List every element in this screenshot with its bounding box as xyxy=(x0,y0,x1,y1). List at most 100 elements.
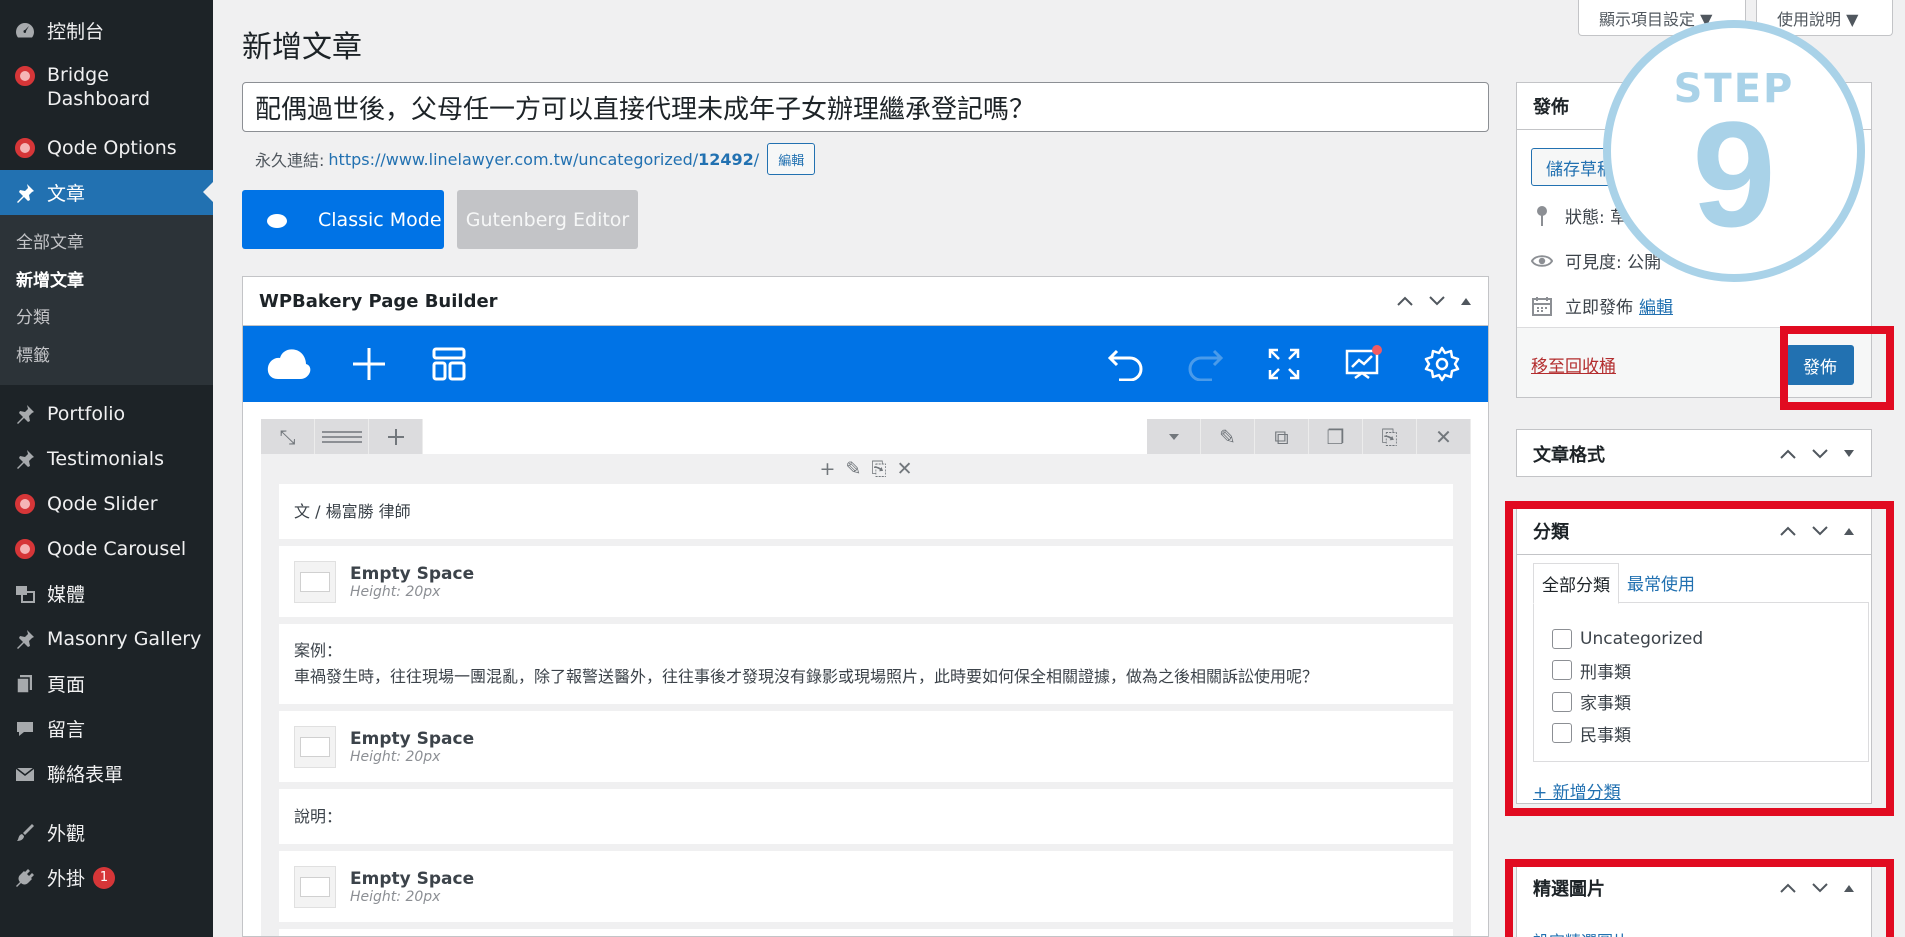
sidebar-item-label: 留言 xyxy=(47,719,86,741)
classic-mode-label: Classic Mode xyxy=(318,208,442,231)
qode-icon xyxy=(12,536,38,562)
submenu-all-posts[interactable]: 全部文章 xyxy=(0,225,213,263)
permalink-url[interactable]: https://www.linelawyer.com.tw/uncategori… xyxy=(328,150,759,169)
row-controls: ⤡ ✎ ⧉ ❐ ⎘ ✕ xyxy=(261,419,1471,454)
sidebar-item-contact[interactable]: 聯絡表單 xyxy=(0,751,213,796)
case-label: 案例： xyxy=(294,641,343,660)
sidebar-item-label: Masonry Gallery xyxy=(47,627,202,650)
empty-space-icon xyxy=(294,725,336,768)
plugin-update-badge: 1 xyxy=(93,866,116,889)
sidebar-item-appearance[interactable]: 外觀 xyxy=(0,810,213,855)
sidebar-item-qode-carousel[interactable]: Qode Carousel xyxy=(0,526,213,571)
row-move-icon[interactable]: ⤡ xyxy=(261,419,315,454)
element-param: Height: 20px xyxy=(350,748,441,765)
highlight-categories xyxy=(1505,501,1894,816)
submenu-tags[interactable]: 標籤 xyxy=(0,338,213,376)
visibility-row: 可見度: 公開 xyxy=(1531,248,1661,273)
sidebar-item-comments[interactable]: 留言 xyxy=(0,706,213,751)
permalink-url-base: https://www.linelawyer.com.tw/uncategori… xyxy=(328,149,699,169)
row-paste-icon[interactable]: ⎘ xyxy=(1363,419,1417,454)
sidebar-item-label: Qode Slider xyxy=(47,492,158,515)
move-up-icon[interactable] xyxy=(1779,448,1797,460)
sidebar-item-label: Testimonials xyxy=(47,447,164,470)
post-format-header[interactable]: 文章格式 xyxy=(1517,430,1871,477)
wpbakery-header: WPBakery Page Builder xyxy=(243,277,1488,326)
row-delete-icon[interactable]: ✕ xyxy=(1417,419,1471,454)
column-paste-icon[interactable]: ⎘ xyxy=(871,458,886,480)
sidebar-item-posts[interactable]: 文章 xyxy=(0,170,213,215)
post-title-input[interactable] xyxy=(242,82,1489,132)
sidebar-item-plugins[interactable]: 外掛 1 xyxy=(0,855,213,900)
templates-icon[interactable] xyxy=(425,340,473,388)
publish-box-title: 發佈 xyxy=(1533,97,1569,118)
row-left-controls: ⤡ xyxy=(261,419,423,454)
empty-space-element[interactable]: Empty Space Height: 20px xyxy=(279,711,1453,782)
schedule-edit-link[interactable]: 編輯 xyxy=(1639,293,1673,318)
pin-icon xyxy=(12,401,38,427)
sidebar-item-bridge-dashboard[interactable]: Bridge Dashboard xyxy=(0,53,213,125)
row-clone-icon[interactable]: ⧉ xyxy=(1255,419,1309,454)
undo-icon[interactable] xyxy=(1102,340,1150,388)
text-block-author[interactable]: 文 / 楊富勝 律師 xyxy=(279,484,1453,539)
move-down-icon[interactable] xyxy=(1428,295,1446,307)
sidebar-item-qode-options[interactable]: Qode Options xyxy=(0,125,213,170)
brush-icon xyxy=(12,820,38,846)
wpbakery-logo-icon[interactable] xyxy=(265,340,313,388)
add-element-icon[interactable] xyxy=(345,340,393,388)
case-text: 車禍發生時，往往現場一團混亂，除了報警送醫外，往往事後才發現沒有錄影或現場照片，… xyxy=(294,667,1319,686)
text-block-explain[interactable]: 說明： xyxy=(279,789,1453,844)
highlight-featured-image xyxy=(1505,859,1894,937)
wpbakery-toolbar xyxy=(243,326,1488,402)
row-copy-icon[interactable]: ❐ xyxy=(1309,419,1363,454)
sidebar-item-label: Bridge Dashboard xyxy=(47,64,151,110)
row-layout-icon[interactable] xyxy=(315,419,369,454)
fullscreen-icon[interactable] xyxy=(1260,340,1308,388)
sidebar-item-dashboard[interactable]: 控制台 xyxy=(0,8,213,53)
gutenberg-editor-button[interactable]: Gutenberg Editor xyxy=(457,190,638,249)
column-delete-icon[interactable]: ✕ xyxy=(897,458,913,480)
empty-space-element[interactable]: Empty Space Height: 20px xyxy=(279,546,1453,617)
sidebar-item-media[interactable]: 媒體 xyxy=(0,571,213,616)
page-icon xyxy=(12,671,38,697)
row-toggle-icon[interactable] xyxy=(1147,419,1201,454)
sidebar-item-pages[interactable]: 頁面 xyxy=(0,661,213,706)
sidebar-item-testimonials[interactable]: Testimonials xyxy=(0,436,213,481)
sidebar-item-qode-slider[interactable]: Qode Slider xyxy=(0,481,213,526)
text-block-case[interactable]: 案例： 車禍發生時，往往現場一團混亂，除了報警送醫外，往往事後才發現沒有錄影或現… xyxy=(279,624,1453,704)
permalink-url-id: 12492 xyxy=(698,149,754,169)
pin-status-icon xyxy=(1531,205,1553,227)
empty-space-element[interactable]: Empty Space Height: 20px xyxy=(279,851,1453,922)
visibility-text: 可見度: 公開 xyxy=(1565,253,1662,273)
seo-analysis-icon[interactable] xyxy=(1339,340,1387,388)
settings-gear-icon[interactable] xyxy=(1418,340,1466,388)
empty-space-icon xyxy=(294,865,336,908)
column-edit-icon[interactable]: ✎ xyxy=(845,458,861,480)
status-row: 狀態: 草 xyxy=(1531,203,1627,228)
eye-icon xyxy=(1531,253,1553,269)
row-add-icon[interactable] xyxy=(369,419,423,454)
move-up-icon[interactable] xyxy=(1396,295,1414,307)
sidebar-item-portfolio[interactable]: Portfolio xyxy=(0,391,213,436)
expand-icon[interactable] xyxy=(1843,449,1855,459)
column-add-icon[interactable]: + xyxy=(820,458,836,480)
sidebar-item-label: Qode Carousel xyxy=(47,537,187,560)
tab-all-categories[interactable]: 全部分類 xyxy=(1533,563,1619,604)
collapse-icon[interactable] xyxy=(1460,296,1472,306)
element-name: Empty Space xyxy=(350,868,475,889)
move-down-icon[interactable] xyxy=(1811,448,1829,460)
move-to-trash-link[interactable]: 移至回收桶 xyxy=(1531,352,1616,377)
row-right-controls: ✎ ⧉ ❐ ⎘ ✕ xyxy=(1147,419,1471,454)
classic-mode-button[interactable]: Classic Mode xyxy=(242,190,444,249)
step-number: 9 xyxy=(1692,90,1776,258)
panel-arrows xyxy=(1396,295,1472,307)
next-element[interactable] xyxy=(279,929,1453,936)
submenu-add-new[interactable]: 新增文章 xyxy=(0,263,213,301)
row-edit-icon[interactable]: ✎ xyxy=(1201,419,1255,454)
submenu-categories[interactable]: 分類 xyxy=(0,300,213,338)
permalink-edit-button[interactable]: 編輯 xyxy=(767,143,816,175)
pin-icon xyxy=(12,180,38,206)
page-title: 新增文章 xyxy=(242,30,362,65)
post-format-title: 文章格式 xyxy=(1533,444,1605,466)
sidebar-item-masonry-gallery[interactable]: Masonry Gallery xyxy=(0,616,213,661)
redo-icon[interactable] xyxy=(1181,340,1229,388)
